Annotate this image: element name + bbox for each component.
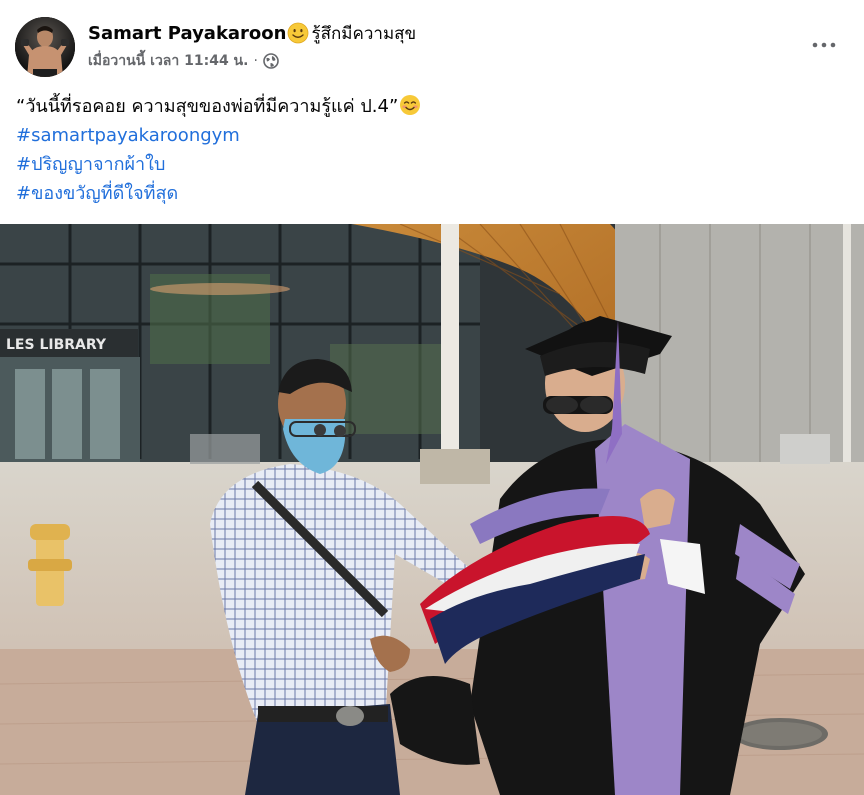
facebook-post: Samart Payakaroon รู้สึกมีความสุข เมื่อว… [0, 0, 864, 795]
hashtag-line: #ปริญญาจากผ้าใบ [16, 150, 846, 179]
caption-quote-line: “วันนี้ที่รอคอย ความสุขของพ่อที่มีความรู… [16, 92, 846, 121]
globe-icon[interactable] [263, 53, 279, 69]
hashtag-link[interactable]: #ของขวัญที่ดีใจที่สุด [16, 183, 178, 204]
post-photo[interactable]: LES LIBRARY [0, 224, 864, 795]
post-timestamp-link[interactable]: เมื่อวานนี้ เวลา 11:44 น. [88, 50, 248, 72]
avatar-image [15, 17, 75, 77]
more-options-icon [812, 42, 836, 48]
hashtag-line: #samartpayakaroongym [16, 121, 846, 150]
hashtag-link[interactable]: #samartpayakaroongym [16, 125, 240, 146]
hashtag-line: #ของขวัญที่ดีใจที่สุด [16, 179, 846, 208]
post-meta: เมื่อวานนี้ เวลา 11:44 น. · [88, 50, 279, 72]
more-options-button[interactable] [806, 30, 842, 60]
graduation-photo: LES LIBRARY [0, 224, 864, 795]
library-sign-text: LES LIBRARY [6, 337, 107, 353]
author-name-link[interactable]: Samart Payakaroon [88, 23, 286, 44]
smiling-eyes-emoji-icon [399, 94, 421, 116]
feeling-text: รู้สึกมีความสุข [311, 23, 417, 44]
author-line: Samart Payakaroon รู้สึกมีความสุข [88, 20, 416, 46]
hashtag-link[interactable]: #ปริญญาจากผ้าใบ [16, 154, 165, 175]
smiling-face-icon [287, 22, 309, 44]
post-caption: “วันนี้ที่รอคอย ความสุขของพ่อที่มีความรู… [16, 92, 846, 208]
caption-quote: “วันนี้ที่รอคอย ความสุขของพ่อที่มีความรู… [16, 96, 399, 117]
author-avatar[interactable] [15, 17, 75, 77]
meta-separator: · [253, 53, 258, 69]
